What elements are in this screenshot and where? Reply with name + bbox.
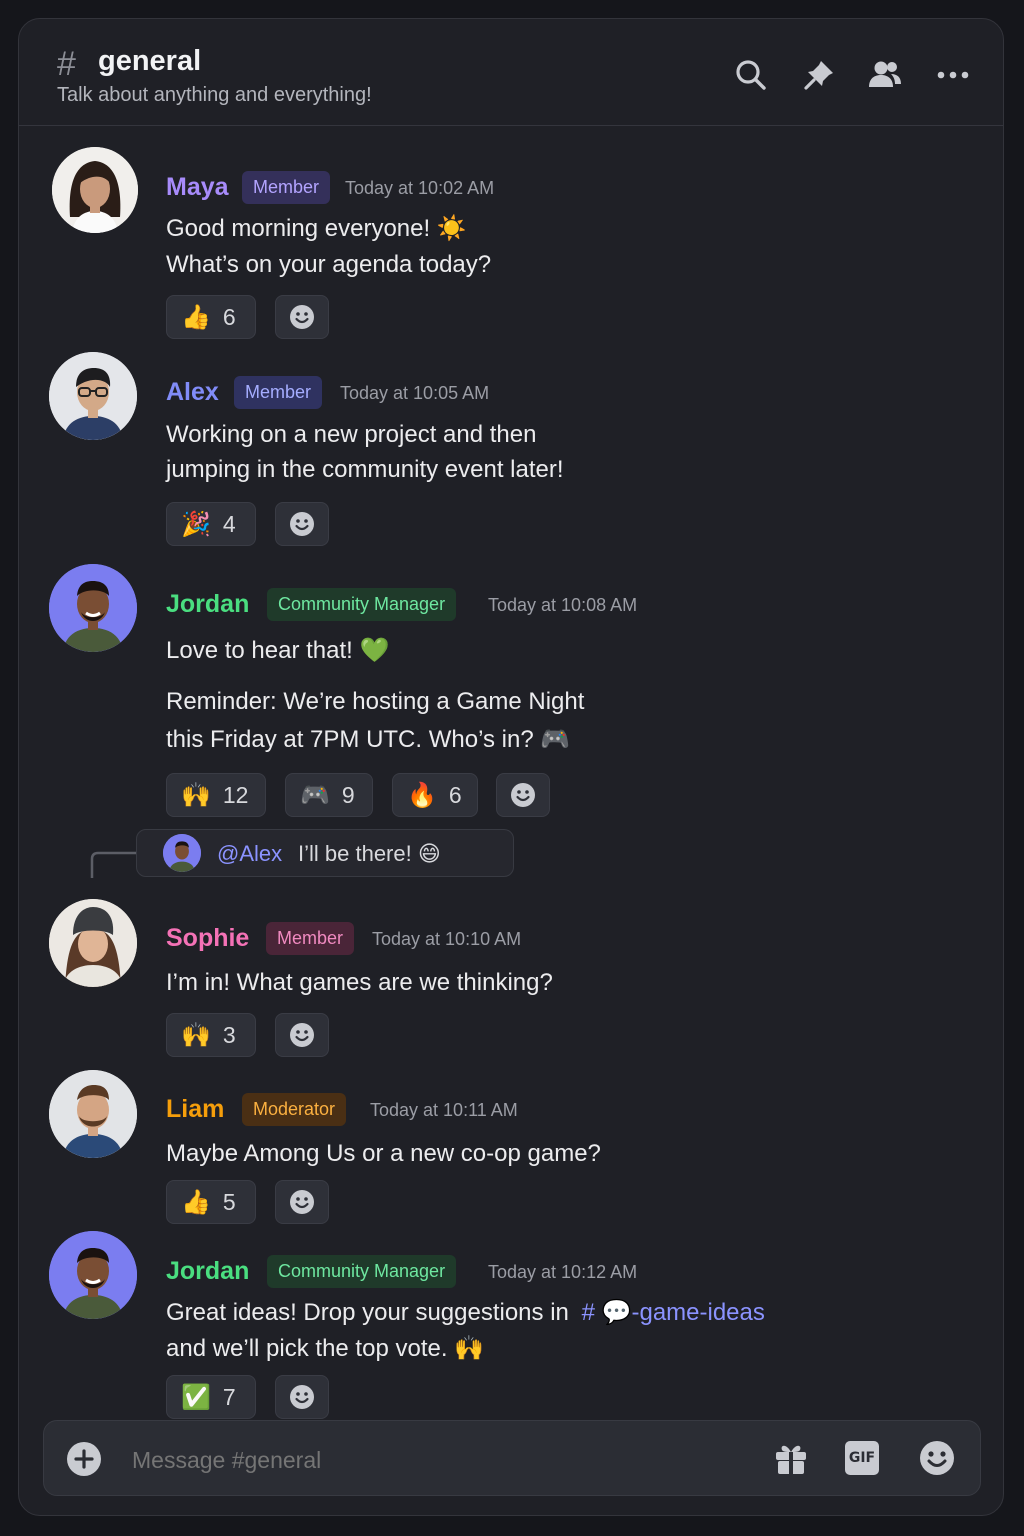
reaction-button[interactable]: 👍 6 [166,295,256,339]
username[interactable]: Sophie [166,924,249,953]
chat-panel: # general Talk about anything and everyt… [18,18,1004,1516]
message-text: What’s on your agenda today? [166,251,492,278]
role-badge: Community Manager [267,1255,457,1288]
reaction-emoji: 🎮 [300,781,330,809]
add-reaction-button[interactable] [275,1375,329,1419]
reaction-count: 6 [222,303,236,330]
timestamp: Today at 10:08 AM [488,595,638,615]
role-badge: Community Manager [267,588,457,621]
smiley-icon [290,1385,314,1409]
username[interactable]: Jordan [166,1257,249,1286]
reaction-emoji: 👍 [181,303,211,331]
add-reaction-button[interactable] [496,773,550,817]
reaction-button[interactable]: 🔥 6 [392,773,478,817]
message-text: Great ideas! Drop your suggestions in # … [166,1295,765,1331]
add-reaction-button[interactable] [275,502,329,546]
smiley-icon [290,1190,314,1214]
reaction-emoji: ✅ [181,1383,211,1411]
message-text: Working on a new project and then [166,421,537,448]
gif-icon[interactable]: GIF [845,1441,879,1475]
timestamp: Today at 10:11 AM [370,1100,518,1120]
username[interactable]: Maya [166,173,229,202]
username[interactable]: Alex [166,378,219,407]
role-badge: Member [266,922,355,955]
reaction-button[interactable]: 🎮 9 [285,773,373,817]
emoji-icon[interactable] [918,1439,956,1477]
channel-header: # general Talk about anything and everyt… [19,19,1003,126]
username[interactable]: Liam [166,1095,224,1124]
channel-link-name: -game-ideas [631,1299,765,1326]
message-text: jumping in the community event later! [166,456,564,483]
reaction-button[interactable]: 🙌 12 [166,773,266,817]
message-text-segment: Great ideas! Drop your suggestions in [166,1299,569,1326]
smiley-icon [290,512,314,536]
reaction-emoji: 🙌 [181,1021,211,1049]
reaction-count: 4 [222,510,236,537]
gift-icon[interactable] [772,1439,810,1477]
reaction-button[interactable]: 🎉 4 [166,502,256,546]
reply-avatar [163,834,201,872]
message-text: and we’ll pick the top vote. 🙌 [166,1335,485,1362]
reaction-button[interactable]: 👍 5 [166,1180,256,1224]
channel-name: general [98,45,202,77]
add-reaction-button[interactable] [275,1180,329,1224]
avatar[interactable] [52,147,138,233]
message-composer: GIF [43,1420,981,1496]
message-text: Good morning everyone! ☀️ [166,215,467,242]
reply-mention[interactable]: @Alex [217,841,282,867]
reaction-count: 6 [448,781,462,808]
reply-text: I’ll be there! 😄 [298,841,441,866]
reaction-button[interactable]: ✅ 7 [166,1375,256,1419]
role-badge: Moderator [242,1093,347,1126]
reply-reference[interactable]: @Alex I’ll be there! 😄 [136,829,514,877]
smiley-icon [290,305,314,329]
search-icon[interactable] [733,57,769,93]
reaction-emoji: 🎉 [181,510,211,538]
reaction-count: 12 [222,781,249,808]
avatar[interactable] [49,352,137,440]
smiley-icon [511,783,535,807]
timestamp: Today at 10:12 AM [488,1262,638,1282]
add-reaction-button[interactable] [275,1013,329,1057]
message-text: Love to hear that! 💚 [166,637,390,664]
username[interactable]: Jordan [166,590,249,619]
timestamp: Today at 10:05 AM [340,383,490,403]
channel-link[interactable]: # 💬-game-ideas [582,1299,765,1326]
reaction-emoji: 🔥 [407,781,437,809]
timestamp: Today at 10:10 AM [372,929,522,949]
speech-bubble-icon: 💬 [601,1299,632,1326]
add-reaction-button[interactable] [275,295,329,339]
message-text: Reminder: We’re hosting a Game Night [166,688,585,715]
channel-hash-icon: # [57,45,76,83]
message-text: this Friday at 7PM UTC. Who’s in? 🎮 [166,726,571,753]
smiley-icon [290,1023,314,1047]
reaction-emoji: 👍 [181,1188,211,1216]
pin-icon[interactable] [801,57,837,93]
avatar[interactable] [49,564,137,652]
avatar[interactable] [49,899,137,987]
avatar[interactable] [49,1231,137,1319]
channel-topic: Talk about anything and everything! [57,84,372,106]
reaction-count: 9 [341,781,355,808]
role-badge: Member [242,171,331,204]
reaction-count: 7 [222,1383,236,1410]
message-text: I’m in! What games are we thinking? [166,969,553,996]
add-icon[interactable] [66,1441,102,1477]
gif-label: GIF [848,1450,876,1466]
timestamp: Today at 10:02 AM [345,178,495,198]
members-icon[interactable] [867,57,903,93]
reaction-emoji: 🙌 [181,781,211,809]
reaction-button[interactable]: 🙌 3 [166,1013,256,1057]
message-input[interactable] [130,1441,734,1479]
reaction-count: 3 [222,1021,236,1048]
more-icon[interactable] [935,57,971,93]
avatar[interactable] [49,1070,137,1158]
message-text: Maybe Among Us or a new co-op game? [166,1140,601,1167]
reaction-count: 5 [222,1188,236,1215]
channel-link-hash: # [581,1299,595,1326]
role-badge: Member [234,376,323,409]
